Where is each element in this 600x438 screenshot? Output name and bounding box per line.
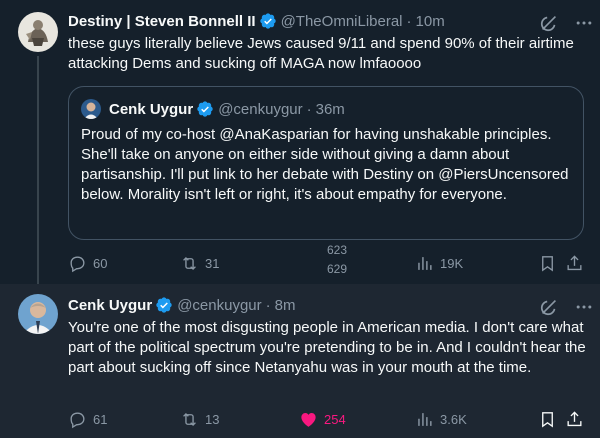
bookmark-icon <box>542 411 553 428</box>
reply-icon <box>70 411 85 428</box>
separator-dot: · <box>406 12 412 30</box>
views-count: 19K <box>440 255 464 271</box>
bookmark-button[interactable] <box>538 408 557 430</box>
quoted-header: Cenk Uygur @cenkuygur · 36m <box>109 98 345 120</box>
avatar-cenk[interactable] <box>18 294 58 334</box>
grok-icon[interactable] <box>538 12 560 34</box>
like-count: 254 <box>324 411 346 427</box>
grok-icon[interactable] <box>538 296 560 318</box>
reply-button[interactable]: 60 <box>68 252 107 274</box>
author-name[interactable]: Cenk Uygur <box>68 297 152 314</box>
more-options-icon[interactable] <box>574 297 594 317</box>
heart-filled-icon <box>301 412 316 427</box>
bookmark-button[interactable] <box>538 252 557 274</box>
author-handle[interactable]: @TheOmniLiberal <box>281 13 403 30</box>
quoted-tweet[interactable]: Cenk Uygur @cenkuygur · 36m Proud of my … <box>68 86 584 240</box>
tweet-cenk-reply[interactable]: Cenk Uygur @cenkuygur · 8m You're one of… <box>0 284 600 438</box>
separator-dot: · <box>265 296 271 314</box>
views-button[interactable]: 19K <box>415 252 463 274</box>
quoted-text: Proud of my co-host @AnaKasparian for ha… <box>81 126 569 203</box>
views-icon <box>418 256 432 270</box>
tweet-header: Cenk Uygur @cenkuygur · 8m <box>68 294 295 316</box>
views-button[interactable]: 3.6K <box>415 408 467 430</box>
thread-line <box>37 56 39 292</box>
verified-badge-icon <box>197 101 213 117</box>
views-count: 3.6K <box>440 411 467 427</box>
repost-icon <box>183 412 196 426</box>
verified-badge-icon <box>259 13 276 29</box>
like-count-bottom: 629 <box>326 262 348 276</box>
tweet-text: You're one of the most disgusting people… <box>68 319 586 376</box>
tweet-text: these guys literally believe Jews caused… <box>68 35 574 72</box>
author-name[interactable]: Destiny | Steven Bonnell II <box>68 13 256 30</box>
bookmark-icon <box>542 255 553 272</box>
tweet-header: Destiny | Steven Bonnell II @TheOmniLibe… <box>68 10 445 32</box>
repost-icon <box>183 256 196 270</box>
quoted-author-name: Cenk Uygur <box>109 100 194 118</box>
separator-dot: · <box>306 100 312 118</box>
timestamp[interactable]: 10m <box>416 13 445 30</box>
avatar-cenk-small <box>81 99 101 119</box>
views-icon <box>418 412 432 426</box>
action-bar: 60 31 623 629 19K <box>68 244 588 276</box>
reply-count: 61 <box>93 411 108 427</box>
avatar-destiny[interactable] <box>18 12 58 52</box>
action-bar: 61 13 254 3.6K <box>68 408 588 430</box>
repost-count: 13 <box>205 411 220 427</box>
share-button[interactable] <box>565 408 584 430</box>
repost-count: 31 <box>205 255 220 271</box>
tweet-destiny[interactable]: Destiny | Steven Bonnell II @TheOmniLibe… <box>0 0 600 292</box>
share-icon <box>567 254 582 270</box>
reply-icon <box>70 255 85 272</box>
tweet-top-actions <box>538 12 594 34</box>
quoted-timestamp: 36m <box>315 100 345 118</box>
tweet-top-actions <box>538 296 594 318</box>
like-button[interactable]: 254 <box>299 408 346 430</box>
share-icon <box>567 410 582 426</box>
repost-button[interactable]: 31 <box>180 252 219 274</box>
author-handle[interactable]: @cenkuygur <box>177 297 261 314</box>
more-options-icon[interactable] <box>574 13 594 33</box>
reply-count: 60 <box>93 255 108 271</box>
reply-button[interactable]: 61 <box>68 408 107 430</box>
timestamp[interactable]: 8m <box>275 297 296 314</box>
repost-button[interactable]: 13 <box>180 408 219 430</box>
like-count-top: 623 <box>326 243 348 257</box>
share-button[interactable] <box>565 252 584 274</box>
quoted-handle: @cenkuygur <box>218 100 303 118</box>
verified-badge-icon <box>156 297 172 313</box>
